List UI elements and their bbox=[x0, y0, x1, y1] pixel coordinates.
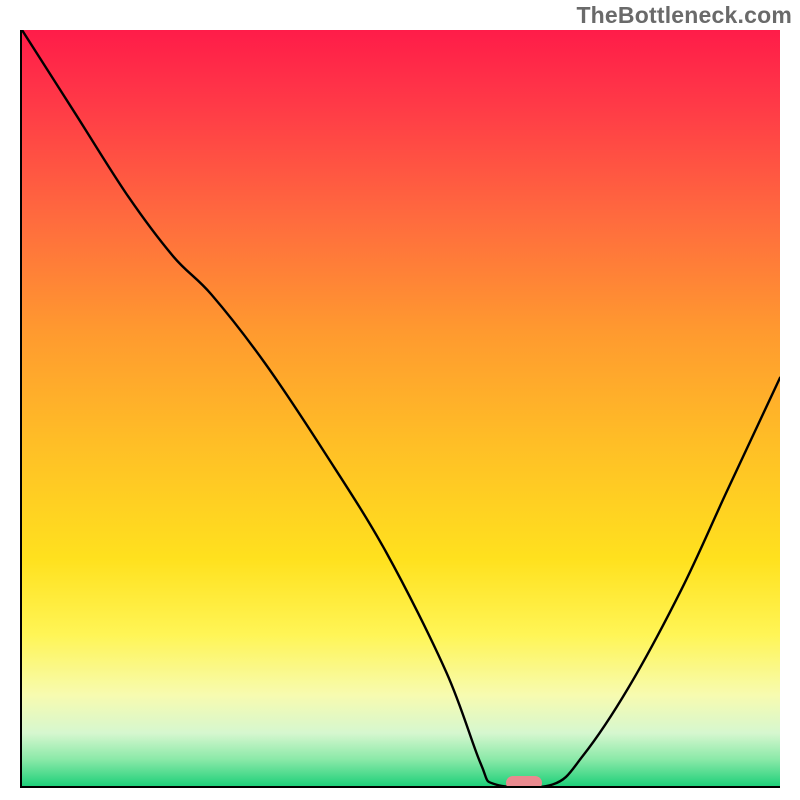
bottleneck-chart: TheBottleneck.com bbox=[0, 0, 800, 800]
optimal-point-marker bbox=[506, 776, 542, 788]
watermark-text: TheBottleneck.com bbox=[576, 2, 792, 29]
plot-area bbox=[20, 30, 780, 788]
bottleneck-curve bbox=[22, 30, 780, 786]
curve-path bbox=[22, 30, 780, 786]
